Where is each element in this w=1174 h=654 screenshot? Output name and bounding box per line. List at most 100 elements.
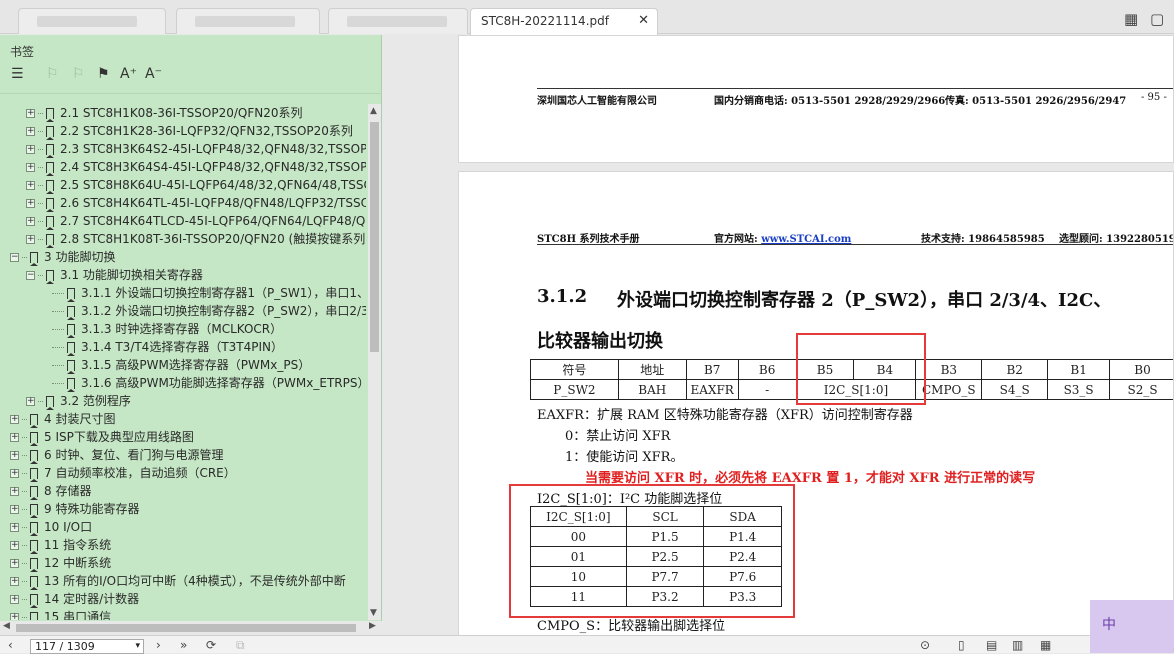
tab-2[interactable] <box>176 8 320 34</box>
rotate-icon[interactable]: ⟳ <box>206 638 216 652</box>
bookmark-add-icon[interactable]: ⚐ <box>72 66 85 82</box>
expand-icon[interactable]: + <box>10 433 19 442</box>
tab-2-label <box>195 16 295 27</box>
zoom-icon[interactable]: ⊙ <box>920 638 930 652</box>
sidebar-item[interactable]: +13 所有的I/O口均可中断（4种模式），不是传统外部中断 <box>10 572 346 590</box>
expand-icon[interactable]: + <box>10 577 19 586</box>
expand-icon[interactable]: + <box>10 523 19 532</box>
expand-icon[interactable]: + <box>10 541 19 550</box>
sidebar-item[interactable]: +2.8 STC8H1K08T-36I-TSSOP20/QFN20 (触摸按键系… <box>26 230 366 248</box>
grid-icon[interactable]: ▦ <box>1124 10 1138 28</box>
expand-icon[interactable]: + <box>10 451 19 460</box>
window-icon[interactable]: ▢ <box>1150 10 1164 28</box>
last-icon[interactable]: » <box>180 638 187 652</box>
sidebar-item[interactable]: +2.3 STC8H3K64S2-45I-LQFP48/32,QFN48/32,… <box>26 140 366 158</box>
sidebar-item[interactable]: +11 指令系统 <box>10 536 111 554</box>
double-page-icon[interactable]: ▥ <box>1012 638 1023 652</box>
bookmark-icon <box>46 198 54 209</box>
scroll-right-icon[interactable]: ▶ <box>369 621 376 631</box>
collapse-icon[interactable]: − <box>26 271 35 280</box>
tab-bar: STC8H-20221114.pdf ✕ ▦ ▢ <box>0 0 1174 34</box>
chevron-down-icon[interactable]: ▾ <box>135 640 140 653</box>
expand-icon[interactable]: + <box>10 613 19 620</box>
page-number-input[interactable]: 117 / 1309▾ <box>30 639 144 654</box>
sidebar-item[interactable]: 3.1.6 高级PWM功能脚选择寄存器（PWMx_ETRPS） <box>52 374 366 392</box>
expand-icon[interactable]: + <box>26 109 35 118</box>
header-support: 技术支持: 19864585985 <box>921 230 1045 245</box>
tab-3[interactable] <box>328 8 468 34</box>
sidebar-item[interactable]: +7 自动频率校准，自动追频（CRE） <box>10 464 236 482</box>
sidebar-item[interactable]: +2.1 STC8H1K08-36I-TSSOP20/QFN20系列 <box>26 104 302 122</box>
expand-icon[interactable]: + <box>10 559 19 568</box>
sidebar-item[interactable]: +4 封装尺寸图 <box>10 410 115 428</box>
sidebar-item-label: 7 自动频率校准，自动追频（CRE） <box>44 466 236 480</box>
sidebar-item[interactable]: 3.1.2 外设端口切换控制寄存器2（P_SW2），串口2/3 <box>52 302 366 320</box>
sidebar-item[interactable]: 3.1.3 时钟选择寄存器（MCLKOCR） <box>52 320 282 338</box>
sidebar-item[interactable]: +3.2 范例程序 <box>26 392 131 410</box>
bookmark-icon[interactable]: ⚐ <box>46 66 59 82</box>
sidebar-item[interactable]: −3 功能脚切换 <box>10 248 115 266</box>
expand-icon[interactable]: + <box>26 145 35 154</box>
expand-icon[interactable]: + <box>10 415 19 424</box>
bookmark-icon <box>46 216 54 227</box>
scroll-thumb[interactable] <box>370 122 379 352</box>
expand-icon[interactable]: + <box>10 469 19 478</box>
sidebar-item[interactable]: +14 定时器/计数器 <box>10 590 139 608</box>
sidebar-item[interactable]: +12 中断系统 <box>10 554 111 572</box>
scroll-down-icon[interactable]: ▼ <box>370 608 377 618</box>
continuous-page-icon[interactable]: ▤ <box>986 638 997 652</box>
section-number: 3.1.2 <box>537 286 587 307</box>
scroll-up-icon[interactable]: ▲ <box>370 106 377 116</box>
sidebar-item[interactable]: +6 时钟、复位、看门狗与电源管理 <box>10 446 223 464</box>
sidebar-item-label: 13 所有的I/O口均可中断（4种模式），不是传统外部中断 <box>44 574 346 588</box>
sidebar-item[interactable]: +2.6 STC8H4K64TL-45I-LQFP48/QFN48/LQFP32… <box>26 194 366 212</box>
next-icon[interactable]: › <box>156 638 161 652</box>
sidebar-item[interactable]: +2.2 STC8H1K28-36I-LQFP32/QFN32,TSSOP20系… <box>26 122 353 140</box>
expand-icon[interactable]: + <box>26 127 35 136</box>
sidebar-item[interactable]: +15 串口通信 <box>10 608 111 620</box>
expand-icon[interactable]: + <box>26 199 35 208</box>
font-decrease-icon[interactable]: A⁻ <box>145 66 162 82</box>
ime-badge[interactable]: 中 <box>1090 600 1174 653</box>
expand-icon[interactable]: + <box>10 595 19 604</box>
sidebar-item[interactable]: 3.1.5 高级PWM选择寄存器（PWMx_PS） <box>52 356 310 374</box>
panel-splitter[interactable] <box>382 35 458 635</box>
sidebar-item[interactable]: +9 特殊功能寄存器 <box>10 500 139 518</box>
tree-connector <box>52 347 64 348</box>
sidebar-item[interactable]: 3.1.1 外设端口切换控制寄存器1（P_SW1），串口1、 <box>52 284 366 302</box>
tab-active[interactable]: STC8H-20221114.pdf ✕ <box>470 8 658 35</box>
font-increase-icon[interactable]: A⁺ <box>120 66 137 82</box>
sidebar-item-label: 9 特殊功能寄存器 <box>44 502 139 516</box>
copy-icon[interactable]: ⧉ <box>236 638 245 653</box>
tab-1[interactable] <box>18 8 166 34</box>
expand-icon[interactable]: + <box>26 217 35 226</box>
hscroll-thumb[interactable] <box>16 624 356 632</box>
expand-icon[interactable]: + <box>10 505 19 514</box>
sidebar-item[interactable]: +10 I/O口 <box>10 518 92 536</box>
menu-icon[interactable]: ☰ <box>11 66 24 82</box>
scroll-left-icon[interactable]: ◀ <box>3 621 10 631</box>
prev-icon[interactable]: ‹ <box>8 638 13 652</box>
reg-v-6: S4_S <box>982 380 1048 400</box>
sidebar-item[interactable]: 3.1.4 T3/T4选择寄存器（T3T4PIN） <box>52 338 283 356</box>
tree-connector <box>52 365 64 366</box>
collapse-icon[interactable]: − <box>10 253 19 262</box>
expand-icon[interactable]: + <box>10 487 19 496</box>
bookmark-tree: +2.1 STC8H1K08-36I-TSSOP20/QFN20系列+2.2 S… <box>0 104 366 620</box>
expand-icon[interactable]: + <box>26 397 35 406</box>
sidebar-vertical-scrollbar[interactable]: ▲ ▼ <box>368 104 381 620</box>
single-page-icon[interactable]: ▯ <box>958 638 965 652</box>
sidebar-item[interactable]: +2.5 STC8H8K64U-45I-LQFP64/48/32,QFN64/4… <box>26 176 366 194</box>
sidebar-horizontal-scrollbar[interactable]: ◀ ▶ <box>0 621 382 635</box>
expand-icon[interactable]: + <box>26 181 35 190</box>
sidebar-item[interactable]: +8 存储器 <box>10 482 91 500</box>
sidebar-item[interactable]: +2.4 STC8H3K64S4-45I-LQFP48/32,QFN48/32,… <box>26 158 366 176</box>
close-icon[interactable]: ✕ <box>638 13 649 28</box>
sidebar-item[interactable]: +5 ISP下载及典型应用线路图 <box>10 428 194 446</box>
sidebar-item[interactable]: −3.1 功能脚切换相关寄存器 <box>26 266 203 284</box>
expand-icon[interactable]: + <box>26 235 35 244</box>
sidebar-item[interactable]: +2.7 STC8H4K64TLCD-45I-LQFP64/QFN64/LQFP… <box>26 212 366 230</box>
bookmark-go-icon[interactable]: ⚑ <box>97 66 110 82</box>
book-view-icon[interactable]: ▦ <box>1040 638 1051 652</box>
expand-icon[interactable]: + <box>26 163 35 172</box>
